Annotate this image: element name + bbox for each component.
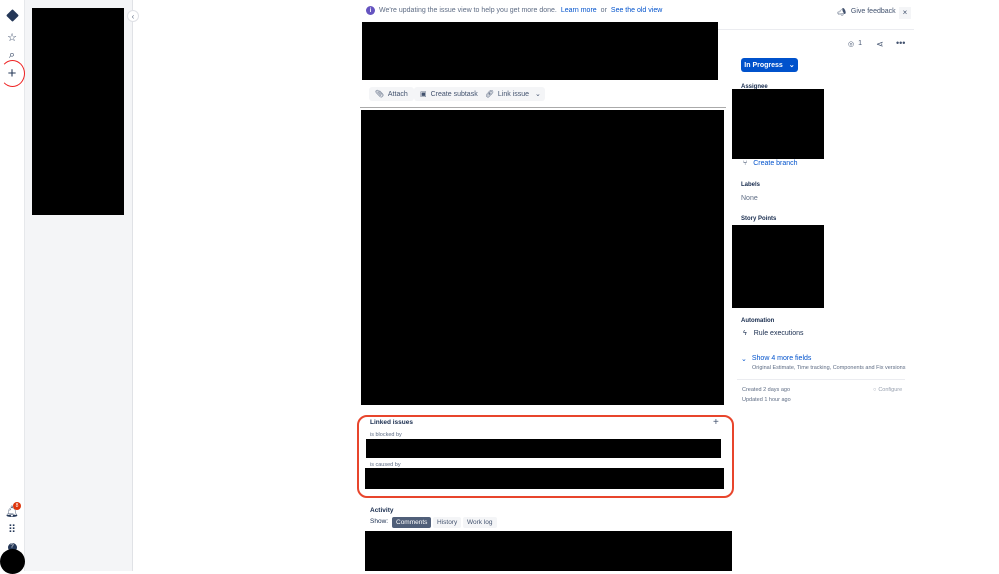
show-more-sublabel: Original Estimate, Time tracking, Compon… bbox=[752, 365, 906, 371]
redacted-sidebar bbox=[32, 8, 124, 215]
redacted-title bbox=[362, 22, 718, 80]
more-actions-dropdown[interactable]: ⌄ bbox=[531, 87, 545, 101]
avatar[interactable] bbox=[0, 549, 25, 574]
configure-button[interactable]: ○ Configure bbox=[873, 387, 902, 393]
show-more-fields-button[interactable]: ⌄ Show 4 more fields bbox=[741, 355, 811, 363]
linked-issues-title: Linked issues bbox=[370, 419, 413, 426]
megaphone-icon: 📣︎ bbox=[837, 9, 846, 16]
create-subtask-button[interactable]: ▣ Create subtask bbox=[414, 87, 484, 101]
updated-date: Updated 1 hour ago bbox=[742, 397, 791, 403]
link-issue-button[interactable]: 🔗︎ Link issue bbox=[479, 87, 536, 101]
tab-comments[interactable]: Comments bbox=[392, 517, 432, 528]
branch-icon: ⑂ bbox=[743, 160, 748, 167]
configure-label: Configure bbox=[878, 387, 903, 393]
close-banner-icon[interactable]: × bbox=[899, 7, 911, 19]
tab-history[interactable]: History bbox=[433, 517, 462, 528]
rule-executions-button[interactable]: ϟ Rule executions bbox=[743, 330, 804, 337]
redacted-assignee bbox=[732, 89, 824, 159]
blocked-by-label: is blocked by bbox=[370, 432, 402, 438]
banner-text: We're updating the issue view to help yo… bbox=[379, 7, 557, 14]
activity-title: Activity bbox=[370, 507, 394, 514]
chevron-down-icon: ⌄ bbox=[788, 62, 795, 69]
update-banner: i We're updating the issue view to help … bbox=[366, 6, 662, 15]
annotation-circle bbox=[0, 60, 25, 87]
redacted-comments bbox=[365, 531, 732, 571]
redacted-story-points bbox=[732, 225, 824, 308]
status-label: In Progress bbox=[744, 61, 783, 69]
divider bbox=[737, 379, 905, 380]
subtask-icon: ▣ bbox=[420, 91, 427, 98]
rule-executions-label: Rule executions bbox=[753, 330, 804, 337]
create-branch-link[interactable]: ⑂ Create branch bbox=[743, 160, 798, 167]
star-icon[interactable]: ☆ bbox=[4, 29, 20, 45]
attach-label: Attach bbox=[387, 90, 408, 98]
more-icon[interactable]: ••• bbox=[896, 38, 905, 48]
notification-badge: 8 bbox=[13, 502, 21, 510]
eye-icon: ◎ bbox=[848, 41, 855, 48]
old-view-link[interactable]: See the old view bbox=[611, 7, 662, 14]
link-issue-label: Link issue bbox=[497, 90, 530, 98]
give-feedback-button[interactable]: 📣︎ Give feedback bbox=[837, 8, 896, 16]
redacted-description bbox=[361, 110, 724, 405]
banner-or: or bbox=[600, 7, 607, 14]
add-linked-issue-icon[interactable]: + bbox=[713, 417, 719, 428]
status-dropdown[interactable]: In Progress ⌄ bbox=[741, 58, 798, 72]
gear-icon: ○ bbox=[873, 387, 877, 393]
attach-button[interactable]: 📎︎ Attach bbox=[369, 87, 414, 101]
link-icon: 🔗︎ bbox=[485, 91, 494, 98]
learn-more-link[interactable]: Learn more bbox=[561, 7, 597, 14]
jira-logo-icon[interactable] bbox=[4, 7, 20, 23]
created-date: Created 2 days ago bbox=[742, 387, 791, 393]
show-more-label: Show 4 more fields bbox=[751, 355, 812, 362]
chevron-down-icon: ⌄ bbox=[535, 91, 541, 98]
create-branch-label: Create branch bbox=[753, 160, 798, 167]
watcher-count: 1 bbox=[858, 40, 863, 47]
show-label: Show: bbox=[370, 518, 389, 525]
info-icon: i bbox=[366, 6, 375, 15]
story-points-label: Story Points bbox=[741, 216, 777, 222]
watch-button[interactable]: ◎ 1 bbox=[848, 40, 862, 48]
chevron-down-icon: ⌄ bbox=[741, 356, 747, 363]
labels-value[interactable]: None bbox=[741, 195, 758, 202]
apps-grid-icon[interactable]: ⠿ bbox=[4, 521, 20, 537]
share-icon[interactable]: ⋖ bbox=[876, 39, 884, 50]
global-nav-rail: ☆ ⌕ + 🔔︎ 8 ⠿ ? bbox=[0, 0, 25, 574]
redacted-linked-issue[interactable] bbox=[365, 468, 724, 489]
labels-label: Labels bbox=[741, 182, 761, 188]
redacted-linked-issue[interactable] bbox=[366, 439, 721, 458]
feedback-label: Give feedback bbox=[850, 8, 896, 15]
project-sidebar bbox=[25, 0, 133, 571]
create-subtask-label: Create subtask bbox=[430, 90, 478, 98]
divider bbox=[360, 107, 726, 108]
automation-label: Automation bbox=[741, 318, 775, 324]
collapse-sidebar-button[interactable]: ‹ bbox=[127, 10, 139, 22]
divider bbox=[718, 29, 914, 30]
tab-work-log[interactable]: Work log bbox=[463, 517, 497, 528]
lightning-icon: ϟ bbox=[743, 330, 747, 337]
paperclip-icon: 📎︎ bbox=[375, 91, 384, 98]
